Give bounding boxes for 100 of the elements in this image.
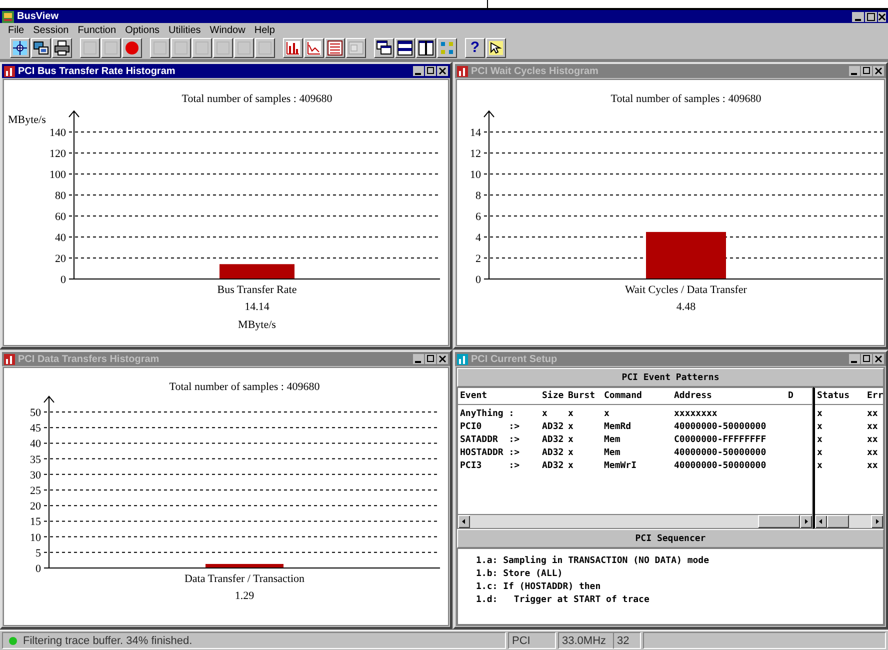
close-icon[interactable] (873, 354, 884, 364)
table-cell-text: x (816, 460, 824, 473)
toolbar-button[interactable] (283, 38, 303, 58)
column-header: Status (816, 390, 851, 402)
window-title-bar[interactable]: PCI Bus Transfer Rate Histogram (2, 64, 450, 78)
table-cell-text: 40000000-50000000 (673, 447, 768, 460)
column-header: Command (603, 390, 643, 402)
tick-label: 25 (30, 485, 41, 497)
toolbar-button[interactable] (374, 38, 394, 58)
minimize-icon[interactable] (413, 66, 424, 76)
blank-icon (257, 40, 273, 56)
scrollbar[interactable] (815, 514, 883, 528)
maximize-icon[interactable] (425, 66, 436, 76)
blank-icon (173, 40, 189, 56)
toolbar-button[interactable] (122, 38, 142, 58)
table-cell-text: HOSTADDR :> (459, 447, 521, 460)
toolbar-button[interactable] (31, 38, 51, 58)
help-pointer-icon (488, 40, 504, 56)
toolbar-button[interactable] (395, 38, 415, 58)
table-cell-text: x (567, 447, 574, 460)
tick-label: 4 (476, 232, 481, 244)
chart-icon (457, 354, 468, 364)
minimize-icon[interactable] (849, 354, 860, 364)
category-label: Data Transfer / Transaction (184, 573, 305, 585)
toolbar-button[interactable] (10, 38, 30, 58)
table-cell-text: 40000000-50000000 (673, 460, 768, 473)
tile-vertical-icon (418, 40, 434, 56)
tick-label: 5 (36, 547, 41, 560)
table-cell-text: AD32 (541, 460, 565, 473)
tick-label: 6 (476, 211, 481, 223)
toolbar-button[interactable] (325, 38, 345, 58)
menu-item[interactable]: Session (33, 24, 69, 36)
minimize-icon[interactable] (852, 12, 864, 22)
minimize-icon[interactable] (413, 354, 424, 364)
section-header: PCI Event Patterns (457, 368, 884, 387)
printer-icon (54, 40, 70, 56)
tick-label: 12 (470, 148, 481, 160)
scroll-left-button[interactable] (815, 515, 827, 528)
table-cell-text: x (567, 408, 574, 421)
maximize-icon[interactable] (861, 354, 872, 364)
menu-item[interactable]: Function (78, 24, 116, 36)
chart-title: Total number of samples : 409680 (169, 381, 320, 393)
table-cell-text: AnyThing : (459, 408, 516, 421)
close-icon[interactable] (878, 12, 886, 22)
scroll-left-button[interactable] (458, 515, 470, 528)
toolbar-button[interactable] (486, 38, 506, 58)
chart-icon (457, 66, 468, 76)
column-header: Address (673, 390, 713, 402)
table-cell-text: xxxxxxxx (673, 408, 718, 421)
value-label: 14.14 (244, 301, 270, 313)
window-title: PCI Current Setup (471, 354, 558, 364)
toolbar-button[interactable] (416, 38, 436, 58)
toolbar-button[interactable] (437, 38, 457, 58)
close-icon[interactable] (873, 66, 884, 76)
maximize-icon[interactable] (861, 66, 872, 76)
table-icon (327, 40, 343, 56)
table-cell-text: Mem (603, 447, 622, 460)
scroll-right-button[interactable] (871, 515, 883, 528)
window-title: PCI Data Transfers Histogram (18, 354, 160, 364)
tick-label: 15 (30, 516, 41, 528)
table-cell-text: x (816, 434, 824, 447)
table-cell-text: C0000000-FFFFFFFF (673, 434, 768, 447)
chart-icon (4, 66, 15, 76)
menu-item[interactable]: File (8, 24, 24, 36)
menu-item[interactable]: Options (125, 24, 160, 36)
maximize-icon[interactable] (865, 12, 877, 22)
toolbar-button[interactable] (52, 38, 72, 58)
menu-item[interactable]: Help (254, 24, 275, 36)
window-title: PCI Bus Transfer Rate Histogram (18, 66, 176, 76)
maximize-icon[interactable] (425, 354, 436, 364)
chart-icon (4, 354, 15, 364)
menu-item[interactable]: Window (210, 24, 246, 36)
table-cell-text: 40000000-50000000 (673, 421, 768, 434)
table-cell-text: x (816, 408, 824, 421)
table-cell-text: x (816, 421, 824, 434)
axis-label: MByte/s (8, 114, 46, 126)
scroll-right-button[interactable] (800, 515, 812, 528)
scrollbar[interactable] (458, 514, 812, 528)
minimize-icon[interactable] (849, 66, 860, 76)
help-button[interactable]: ? (465, 38, 485, 58)
tick-label: 140 (50, 127, 66, 139)
table-cell-text: MemRd (603, 421, 632, 434)
tick-label: 30 (30, 469, 41, 482)
tick-label: 35 (30, 454, 41, 466)
tick-label: 10 (30, 532, 41, 544)
table-cell-text: x (816, 447, 824, 460)
value-label: 1.29 (234, 590, 254, 602)
table-cell-text: xx (866, 447, 879, 460)
bar-chart-icon (285, 40, 301, 56)
scroll-thumb[interactable] (758, 515, 800, 528)
toolbar-button[interactable] (304, 38, 324, 58)
sequence-line: 1.b: Store (ALL) (476, 568, 564, 581)
close-icon[interactable] (437, 354, 448, 364)
scroll-thumb[interactable] (827, 515, 849, 528)
table-cell-text: xx (866, 421, 879, 434)
close-icon[interactable] (437, 66, 448, 76)
tick-label: 45 (30, 422, 41, 435)
table-cell-text: Mem (603, 434, 622, 447)
menu-item[interactable]: Utilities (168, 24, 201, 36)
tick-label: 40 (30, 438, 41, 450)
